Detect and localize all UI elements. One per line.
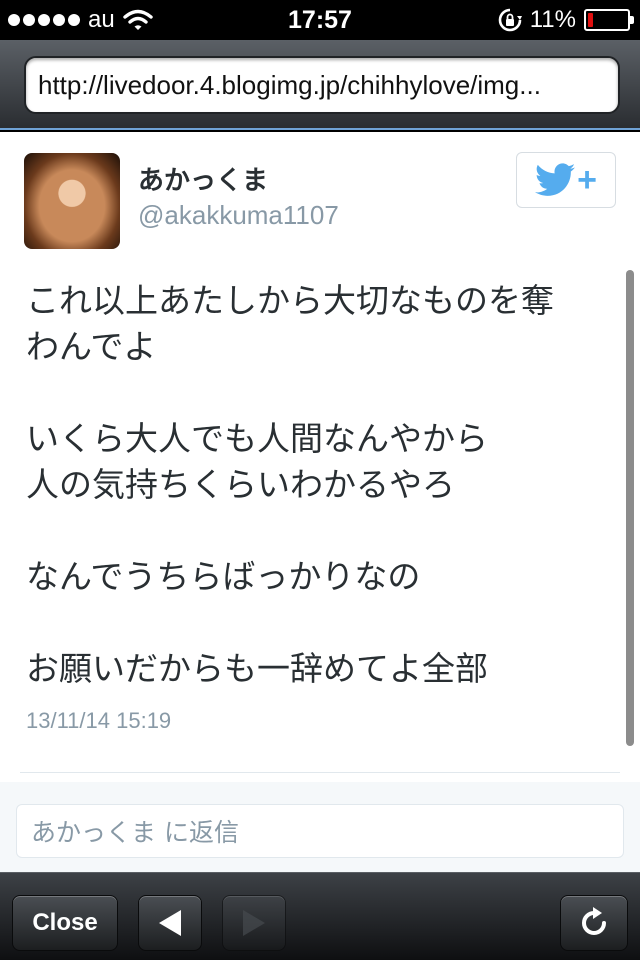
reload-button[interactable] [560,895,628,951]
tweet-text-gap [26,370,616,416]
tweet-text-line: お願いだからも一辞めてよ全部 [26,649,488,688]
user-name[interactable]: あかっくま [138,160,268,197]
avatar[interactable] [24,153,120,249]
url-field[interactable]: http://livedoor.4.blogimg.jp/chihhylove/… [24,56,620,114]
status-bar: au 17:57 11% [0,0,640,40]
tweet-text-line: これ以上あたしから大切なものを奪 [26,281,554,320]
tweet-text-line: 人の気持ちくらいわかるやろ [26,465,455,504]
scrollbar[interactable] [626,270,634,746]
tweet-text-line: なんでうちらばっかりなの [26,557,421,596]
follow-button[interactable]: + [516,152,616,208]
battery-percent: 11% [529,6,576,33]
browser-url-area: http://livedoor.4.blogimg.jp/chihhylove/… [0,40,640,130]
reply-input[interactable]: あかっくま に返信 [16,804,624,858]
battery-icon [584,9,634,31]
close-button[interactable]: Close [12,895,118,951]
tweet-card: あかっくま @akakkuma1107 + これ以上あたしから大切なものを奪 わん… [0,132,640,782]
tweet-text-line: いくら大人でも人間なんやから [26,419,488,458]
tweet-text-gap [26,508,616,554]
back-button[interactable] [138,895,202,951]
tweet-text-gap [26,600,616,646]
reload-icon [582,907,606,935]
forward-button[interactable] [222,895,286,951]
close-button-label: Close [32,909,98,936]
twitter-bird-icon [535,163,576,196]
divider [20,772,620,773]
user-handle[interactable]: @akakkuma1107 [138,200,339,231]
tweet-timestamp[interactable]: 13/11/14 15:19 [26,708,171,734]
browser-toolbar: Close [0,872,640,960]
status-right: 11% [498,6,634,34]
tweet-text-line: わんでよ [26,327,157,366]
tweet-text: これ以上あたしから大切なものを奪 わんでよいくら大人でも人間なんやから 人の気持ちく… [26,278,616,692]
follow-plus-icon: + [577,161,597,199]
page-content: あかっくま @akakkuma1107 + これ以上あたしから大切なものを奪 わん… [0,132,640,872]
rotation-lock-icon [498,8,522,32]
battery-level-fill [588,13,593,27]
forward-arrow-icon [243,910,265,936]
back-arrow-icon [159,910,181,936]
